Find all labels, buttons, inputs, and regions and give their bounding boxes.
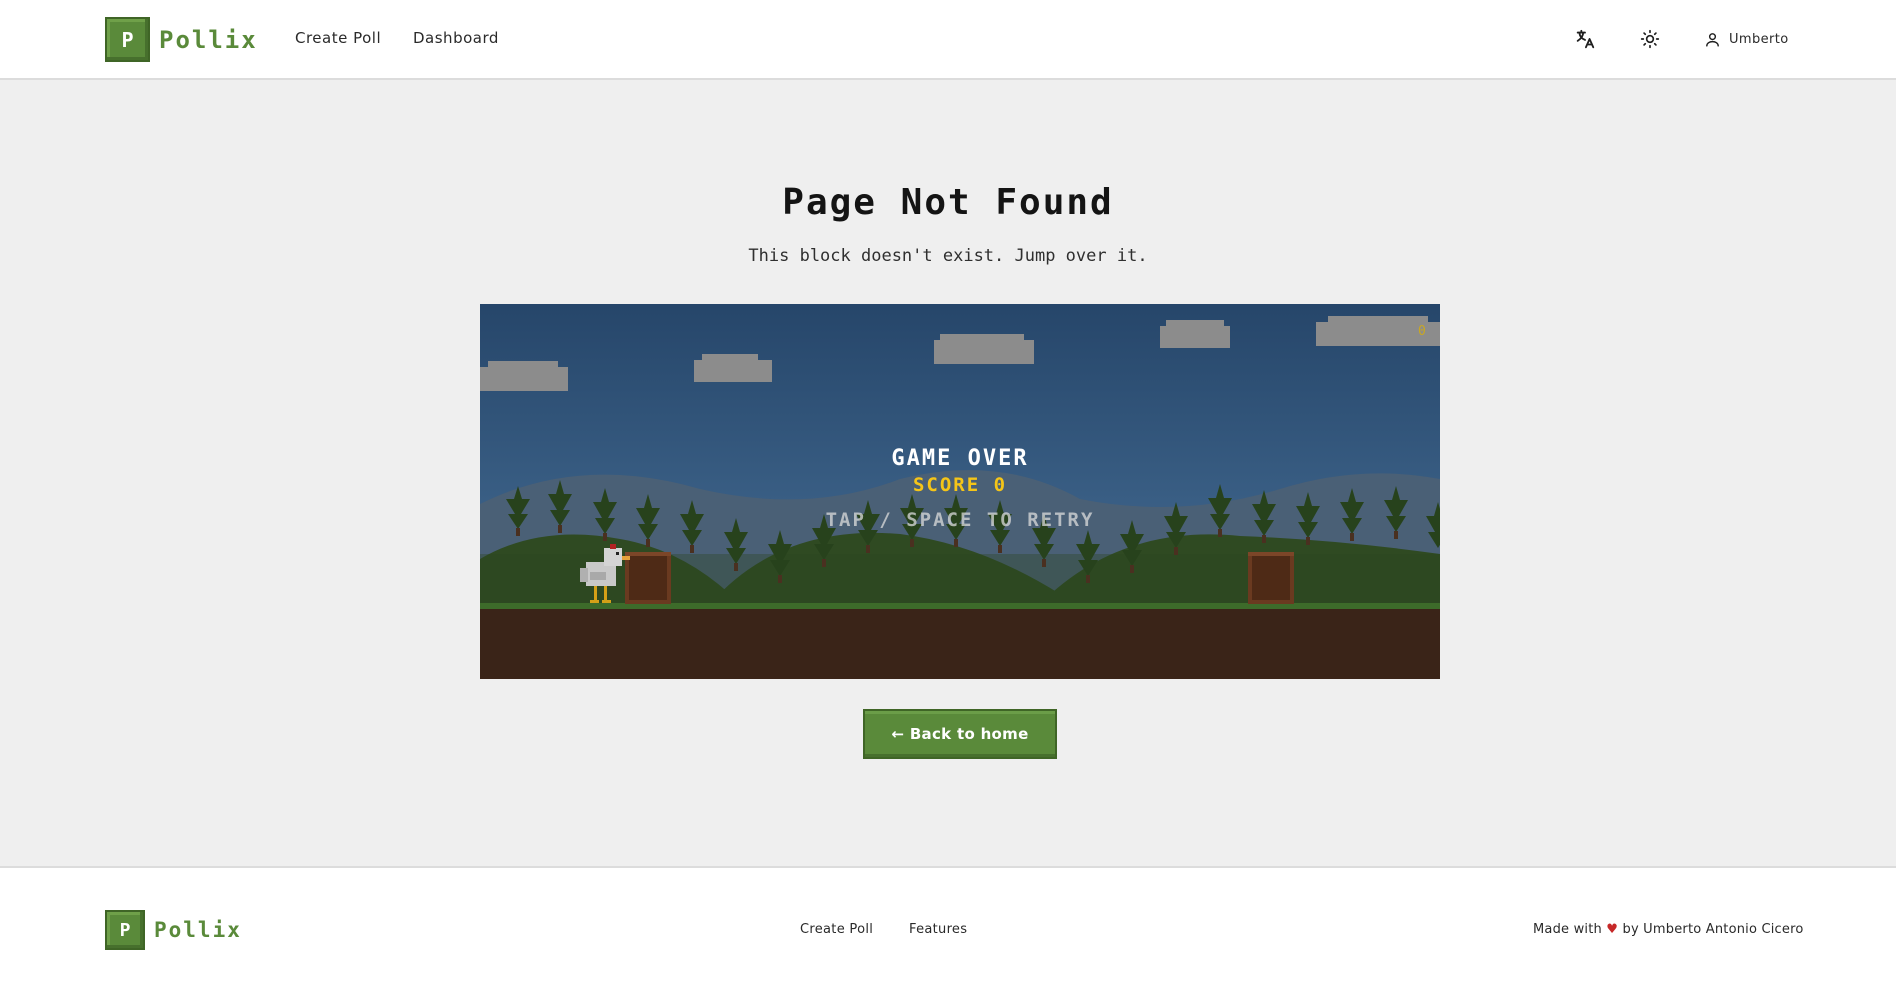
hud-score: 0 xyxy=(1418,324,1426,339)
footer-logo[interactable]: P Pollix xyxy=(105,910,242,950)
translate-icon[interactable] xyxy=(1572,26,1598,52)
credit-author: by Umberto Antonio Cicero xyxy=(1622,922,1804,937)
logo-text: Pollix xyxy=(154,918,242,942)
page-subtitle: This block doesn't exist. Jump over it. xyxy=(748,246,1148,266)
logo-text: Pollix xyxy=(159,25,258,54)
obstacle-block xyxy=(625,552,671,604)
user-menu-button[interactable]: Umberto xyxy=(1704,26,1789,52)
footer-link-create-poll[interactable]: Create Poll xyxy=(800,922,873,937)
sun-icon[interactable] xyxy=(1637,26,1663,52)
page-title: Page Not Found xyxy=(782,182,1114,223)
retry-hint: TAP / SPACE TO RETRY xyxy=(825,509,1095,531)
back-to-home-button[interactable]: ← Back to home xyxy=(863,709,1057,759)
user-icon xyxy=(1706,32,1719,47)
user-name: Umberto xyxy=(1729,31,1789,47)
footer-credit: Made with ♥ by Umberto Antonio Cicero xyxy=(1533,922,1804,937)
credit-prefix: Made with xyxy=(1533,922,1602,937)
nav-dashboard[interactable]: Dashboard xyxy=(413,29,499,47)
grass-strip xyxy=(480,603,1440,609)
jump-game-canvas[interactable]: GAME OVER SCORE 0 TAP / SPACE TO RETRY 0 xyxy=(480,304,1440,679)
game-over-title: GAME OVER xyxy=(891,446,1029,471)
header-logo[interactable]: P Pollix xyxy=(105,17,258,62)
obstacle-block xyxy=(1248,552,1294,604)
footer-link-features[interactable]: Features xyxy=(909,922,967,937)
game-score: SCORE 0 xyxy=(912,474,1008,496)
site-header: P Pollix Create Poll Dashboard Umberto xyxy=(0,0,1896,80)
logo-mark: P xyxy=(105,17,150,62)
site-footer: P Pollix Create Poll Features Made with … xyxy=(0,866,1896,988)
clouds xyxy=(480,316,1440,391)
logo-mark: P xyxy=(105,910,145,950)
nav-create-poll[interactable]: Create Poll xyxy=(295,29,381,47)
dirt-ground xyxy=(480,609,1440,679)
heart-icon: ♥ xyxy=(1606,922,1619,937)
